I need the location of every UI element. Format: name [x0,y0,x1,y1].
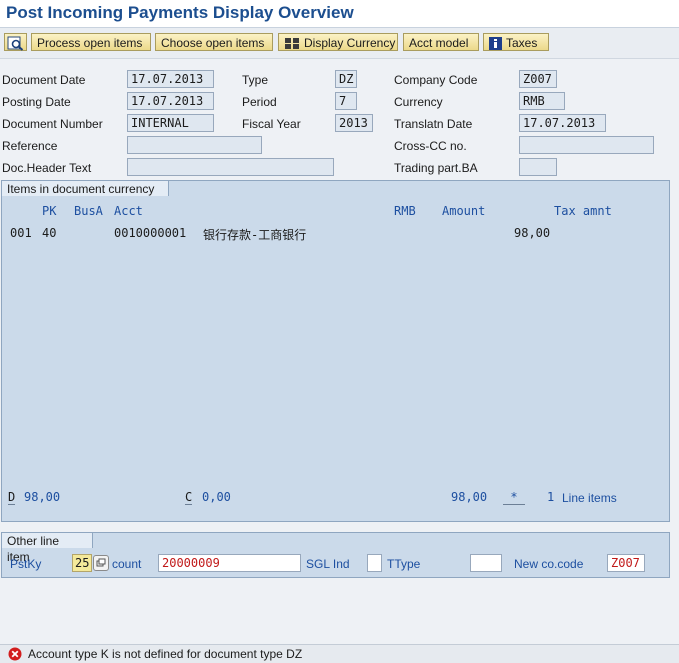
info-icon [489,37,502,51]
translatn-date-field[interactable]: 17.07.2013 [519,114,606,132]
pstky-field[interactable]: 25 [72,554,92,572]
items-tab: Items in document currency [1,180,169,196]
type-field[interactable]: DZ [335,70,357,88]
col-tax-amnt: Tax amnt [554,204,612,218]
new-co-code-label: New co.code [514,557,584,571]
document-date-field[interactable]: 17.07.2013 [127,70,214,88]
line-items-label: Line items [562,491,617,505]
display-currency-button[interactable]: Display Currency [278,33,398,51]
period-field[interactable]: 7 [335,92,357,110]
document-number-label: Document Number [2,117,103,131]
status-message: Account type K is not defined for docume… [28,647,303,661]
currency-field[interactable]: RMB [519,92,565,110]
row-amount: 98,00 [514,226,551,240]
currency-label: Currency [394,95,443,109]
value-help-icon [96,558,106,567]
col-pk: PK [42,204,57,218]
sgl-ind-label: SGL Ind [306,557,350,571]
acct-model-button[interactable]: Acct model [403,33,479,51]
trading-part-ba-label: Trading part.BA [394,161,478,175]
balance-indicator: * [503,490,525,505]
magnifier-document-icon [7,36,24,52]
value-help-button[interactable] [93,555,109,571]
debit-total: 98,00 [24,490,61,504]
credit-total: 0,00 [202,490,231,504]
other-line-item-tab: Other line item [1,532,93,564]
row-acct: 0010000001 [114,226,187,240]
debit-label: D [8,490,16,505]
ttype-field[interactable] [470,554,502,572]
credit-label: C [185,490,193,505]
currency-grid-icon [285,38,299,50]
fiscal-year-label: Fiscal Year [242,117,301,131]
line-count: 1 [547,490,555,504]
row-line: 001 [10,226,32,240]
reference-field[interactable] [127,136,262,154]
type-label: Type [242,73,269,87]
row-text: 银行存款-工商银行 [203,228,307,242]
company-code-label: Company Code [394,73,478,87]
taxes-label: Taxes [506,36,538,50]
application-toolbar: Process open items Choose open items Dis… [0,28,679,59]
account-field[interactable]: 20000009 [158,554,301,572]
translatn-date-label: Translatn Date [394,117,473,131]
window-title: Post Incoming Payments Display Overview [6,3,354,22]
fiscal-year-field[interactable]: 2013 [335,114,373,132]
status-bar[interactable]: Account type K is not defined for docume… [0,644,679,663]
account-label: count [112,557,142,571]
col-amount: Amount [442,204,486,218]
display-currency-label: Display Currency [304,36,396,50]
company-code-field[interactable]: Z007 [519,70,557,88]
col-busa: BusA [74,204,103,218]
posting-date-label: Posting Date [2,95,71,109]
document-number-field[interactable]: INTERNAL [127,114,214,132]
doc-header-text-label: Doc.Header Text [2,161,92,175]
choose-open-items-button[interactable]: Choose open items [155,33,273,51]
row-pk: 40 [42,226,57,240]
period-label: Period [242,95,277,109]
pstky-label: PstKy [10,557,42,571]
doc-header-text-field[interactable] [127,158,334,176]
balance-total: 98,00 [451,490,488,504]
posting-date-field[interactable]: 17.07.2013 [127,92,214,110]
col-acct: Acct [114,204,143,218]
document-date-label: Document Date [2,73,86,87]
new-co-code-field[interactable]: Z007 [607,554,645,572]
display-document-button[interactable] [4,33,27,52]
cross-cc-no-field[interactable] [519,136,654,154]
reference-label: Reference [2,139,58,153]
process-open-items-button[interactable]: Process open items [31,33,151,51]
col-rmb: RMB [394,204,416,218]
cross-cc-no-label: Cross-CC no. [394,139,467,153]
taxes-button[interactable]: Taxes [483,33,549,51]
sgl-ind-field[interactable] [367,554,382,572]
ttype-label: TType [387,557,421,571]
error-icon [8,647,22,661]
items-panel [1,180,670,522]
trading-part-ba-field[interactable] [519,158,557,176]
